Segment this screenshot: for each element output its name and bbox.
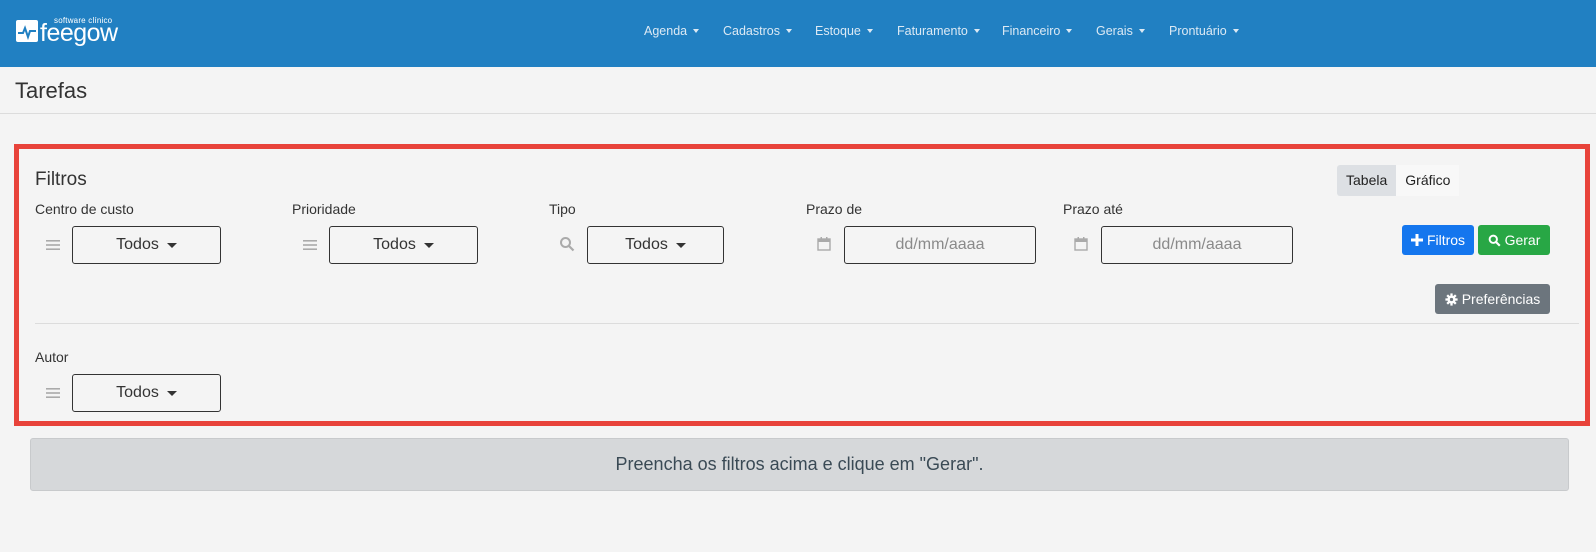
button-label: Gerar <box>1504 232 1541 248</box>
prazo-ate-label: Prazo até <box>1063 201 1123 217</box>
nav-label: Gerais <box>1096 24 1133 38</box>
tipo-select[interactable]: Todos <box>587 226 724 264</box>
info-message: Preencha os filtros acima e clique em "G… <box>30 438 1569 491</box>
prioridade-select[interactable]: Todos <box>329 226 478 264</box>
search-icon <box>560 237 575 252</box>
nav-label: Faturamento <box>897 24 968 38</box>
chevron-down-icon <box>973 29 980 33</box>
prazo-de-input[interactable] <box>844 226 1036 264</box>
autor-label: Autor <box>35 349 69 365</box>
list-icon <box>46 388 60 398</box>
plus-icon <box>1410 234 1423 246</box>
select-value: Todos <box>116 236 159 253</box>
filters-panel: Filtros Tabela Gráfico Centro de custo T… <box>14 144 1590 426</box>
tab-tabela[interactable]: Tabela <box>1337 165 1397 196</box>
page-title: Tarefas <box>15 78 88 103</box>
button-label: Preferências <box>1461 291 1541 307</box>
nav-faturamento[interactable]: Faturamento <box>897 24 980 38</box>
chevron-down-icon <box>693 29 700 33</box>
nav-cadastros[interactable]: Cadastros <box>723 24 792 38</box>
top-navbar: software clínico feegow Agenda Cadastros… <box>0 0 1596 67</box>
centro-custo-select[interactable]: Todos <box>72 226 221 264</box>
nav-label: Cadastros <box>723 24 780 38</box>
prioridade-label: Prioridade <box>292 201 356 217</box>
filters-title: Filtros <box>35 169 87 190</box>
add-filters-button[interactable]: Filtros <box>1402 225 1474 255</box>
nav-label: Estoque <box>815 24 861 38</box>
chevron-down-icon <box>1066 29 1073 33</box>
nav-financeiro[interactable]: Financeiro <box>1002 24 1073 38</box>
prazo-ate-input[interactable] <box>1101 226 1293 264</box>
search-icon <box>1488 234 1501 247</box>
autor-select[interactable]: Todos <box>72 374 221 412</box>
chevron-down-icon <box>866 29 873 33</box>
divider <box>35 323 1579 324</box>
nav-gerais[interactable]: Gerais <box>1096 24 1145 38</box>
list-icon <box>46 240 60 250</box>
list-icon <box>303 240 317 250</box>
preferencias-button[interactable]: Preferências <box>1435 284 1550 314</box>
main-nav: Agenda Cadastros Estoque Faturamento Fin… <box>0 24 1596 44</box>
divider <box>0 113 1596 114</box>
view-toggle: Tabela Gráfico <box>1337 165 1460 196</box>
chevron-down-icon <box>166 242 177 248</box>
select-value: Todos <box>373 236 416 253</box>
chevron-down-icon <box>785 29 792 33</box>
select-value: Todos <box>116 384 159 401</box>
nav-agenda[interactable]: Agenda <box>644 24 700 38</box>
button-label: Filtros <box>1426 232 1466 248</box>
tipo-label: Tipo <box>549 201 576 217</box>
calendar-icon <box>1074 237 1088 251</box>
gerar-button[interactable]: Gerar <box>1478 225 1550 255</box>
tab-grafico[interactable]: Gráfico <box>1396 165 1460 196</box>
select-value: Todos <box>625 236 668 253</box>
chevron-down-icon <box>1138 29 1145 33</box>
nav-prontuario[interactable]: Prontuário <box>1169 24 1239 38</box>
chevron-down-icon <box>423 242 434 248</box>
nav-label: Financeiro <box>1002 24 1061 38</box>
chevron-down-icon <box>675 242 686 248</box>
nav-label: Agenda <box>644 24 688 38</box>
chevron-down-icon <box>1232 29 1239 33</box>
nav-label: Prontuário <box>1169 24 1227 38</box>
prazo-de-label: Prazo de <box>806 201 863 217</box>
centro-custo-label: Centro de custo <box>35 201 134 217</box>
calendar-icon <box>817 237 831 251</box>
gear-icon <box>1445 292 1458 306</box>
nav-estoque[interactable]: Estoque <box>815 24 873 38</box>
chevron-down-icon <box>166 390 177 396</box>
